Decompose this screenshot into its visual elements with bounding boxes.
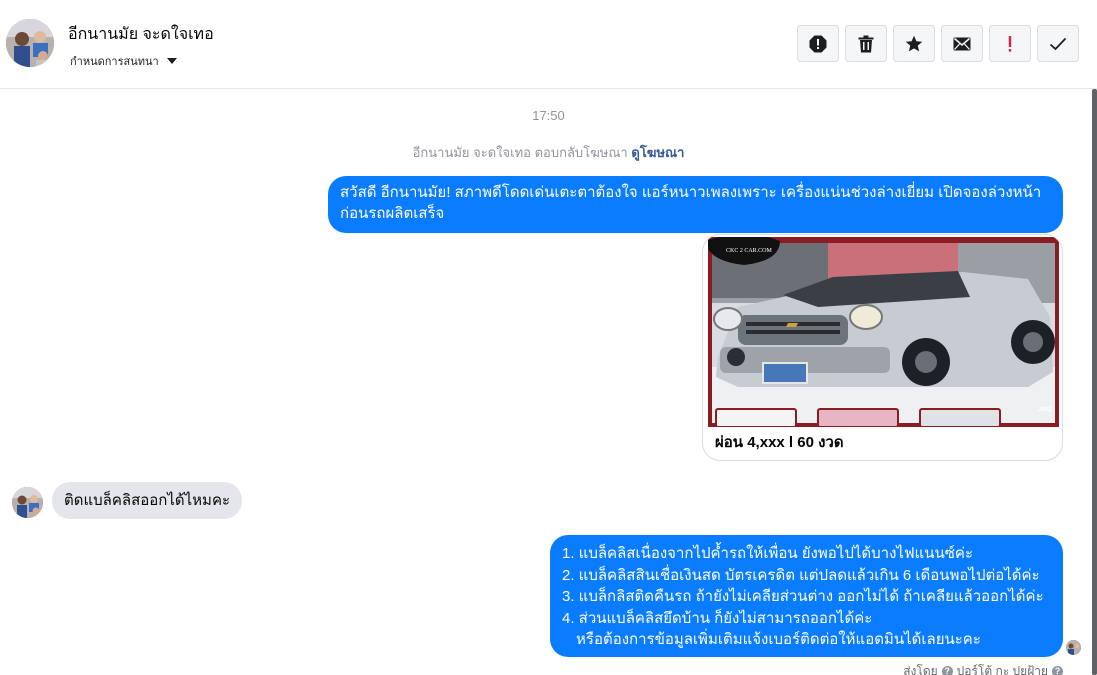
ad-card[interactable]: CKC 2 CAR.COM J092 ผ่อน 4,xxx l 60 งวด xyxy=(702,234,1063,461)
chevron-down-icon xyxy=(166,58,177,64)
check-icon xyxy=(1049,37,1067,50)
star-button[interactable] xyxy=(893,25,935,62)
contact-avatar-small xyxy=(12,487,43,518)
message-timestamp: 17:50 xyxy=(532,108,565,123)
report-icon xyxy=(809,35,827,52)
ad-logo-text: CKC 2 CAR.COM xyxy=(726,248,772,254)
sent-by-prefix: ส่งโดย xyxy=(903,664,938,675)
delete-button[interactable] xyxy=(845,25,887,62)
view-ad-link[interactable]: ดูโฆษณา xyxy=(631,145,684,160)
outgoing-message: สวัสดี อีกนานมัย! สภาพดีโดดเด่นเตะตาต้อง… xyxy=(328,176,1063,233)
contact-avatar[interactable] xyxy=(6,19,54,67)
done-button[interactable] xyxy=(1037,25,1079,62)
scrollbar-thumb[interactable] xyxy=(1092,89,1097,675)
mark-unread-button[interactable] xyxy=(941,25,983,62)
conversation-header: อีกนานมัย จะดใจเทอ กำหนดการสนทนา xyxy=(0,0,1097,89)
ad-plate-text: J092 xyxy=(1038,407,1052,413)
assign-label: กำหนดการสนทนา xyxy=(70,56,159,68)
reply-line: หรือต้องการข้อมูลเพิ่มเติมแจ้งเบอร์ติดต่… xyxy=(576,631,981,648)
sent-by-name: ปอร์โต้ กะ ปยุฝ้าย xyxy=(956,664,1048,675)
contact-name: อีกนานมัย จะดใจเทอ xyxy=(68,26,214,43)
assign-conversation-dropdown[interactable]: กำหนดการสนทนา xyxy=(70,52,177,70)
trash-icon xyxy=(858,35,874,52)
car-image: CKC 2 CAR.COM J092 xyxy=(708,237,1059,427)
action-toolbar xyxy=(797,25,1079,62)
help-icon[interactable]: ? xyxy=(941,666,953,675)
ad-caption: ผ่อน 4,xxx l 60 งวด xyxy=(715,434,844,451)
reply-line: 3. แบล็กลิสติดคืนรถ ถ้ายังไม่เคลียส่วนต่… xyxy=(562,588,1044,605)
report-button[interactable] xyxy=(797,25,839,62)
seen-indicator-avatar xyxy=(1066,640,1081,655)
scrollbar[interactable] xyxy=(1092,89,1097,675)
sent-by-label: ส่งโดย ? ปอร์โต้ กะ ปยุฝ้าย ? xyxy=(903,662,1063,675)
outgoing-reply-message: 1. แบล็คลิสเนื่องจากไปค้ำรถให้เพื่อน ยัง… xyxy=(550,535,1063,657)
envelope-icon xyxy=(953,37,971,50)
spam-button[interactable] xyxy=(989,25,1031,62)
reply-line: 4. ส่วนแบล็คลิสยึดบ้าน ก็ยังไม่สามารถออก… xyxy=(562,609,873,627)
reply-line: 1. แบล็คลิสเนื่องจากไปค้ำรถให้เพื่อน ยัง… xyxy=(562,545,974,562)
help-icon[interactable]: ? xyxy=(1052,666,1063,675)
ad-reply-text: อีกนานมัย จะดใจเทอ ตอบกลับโฆษณา xyxy=(412,145,628,160)
incoming-message: ติดแบล็คลิสออกได้ไหมคะ xyxy=(52,482,243,519)
star-icon xyxy=(905,35,923,51)
reply-line: 2. แบล็คลิสสินเชื่อเงินสด บัตรเครดิต แต่… xyxy=(562,566,1040,584)
exclamation-icon xyxy=(1008,35,1012,52)
ad-reply-note: อีกนานมัย จะดใจเทอ ตอบกลับโฆษณา ดูโฆษณา xyxy=(0,142,1097,163)
